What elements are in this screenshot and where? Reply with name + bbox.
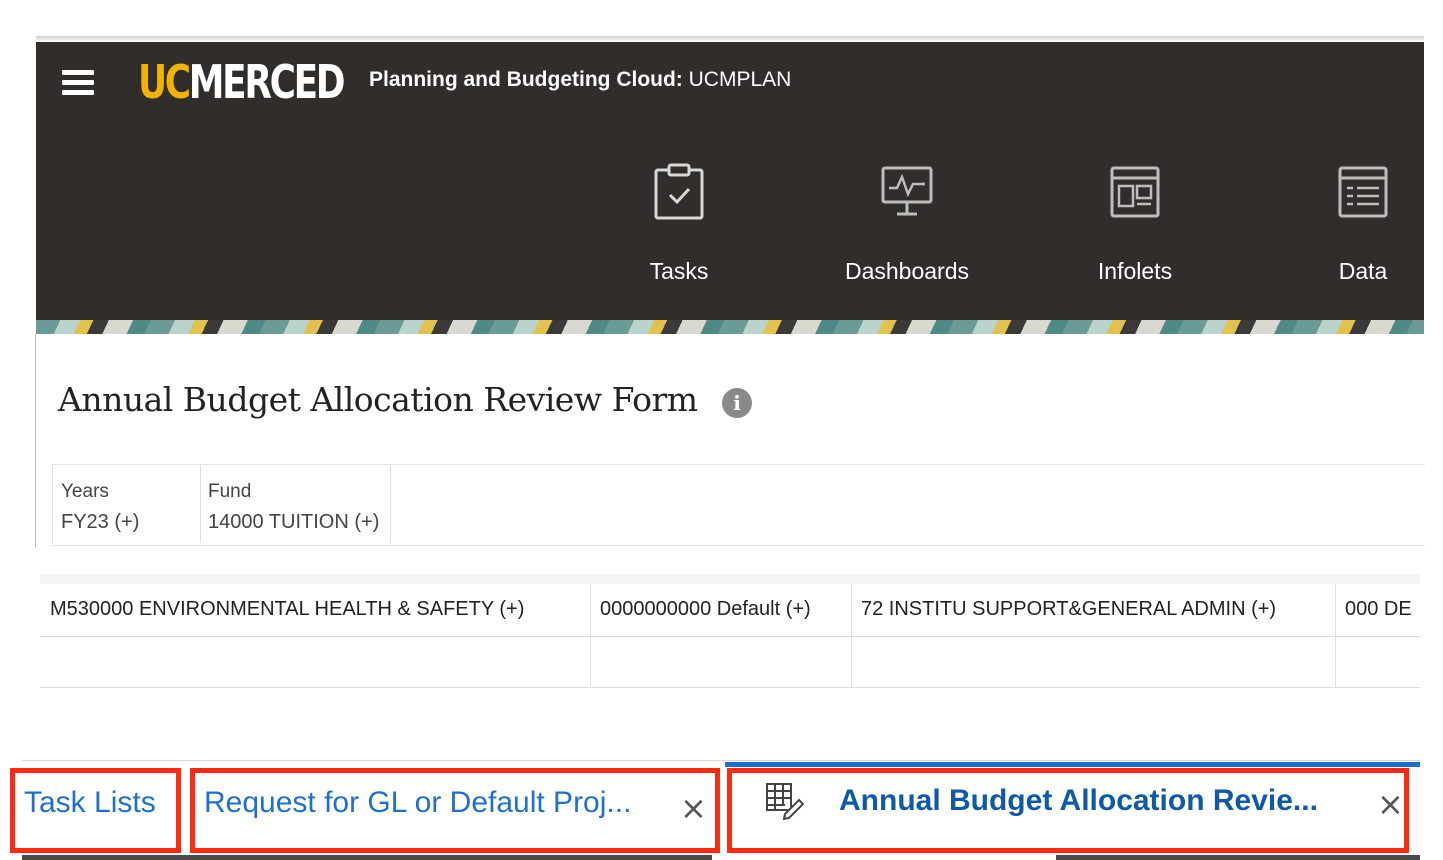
grid-header-text: 0000000000 Default (+) — [600, 598, 811, 620]
nav-tasks-label: Tasks — [649, 258, 709, 284]
grid-header-text: 000 DE — [1345, 598, 1412, 620]
pov-fund[interactable]: Fund 14000 TUITION (+) — [200, 465, 391, 543]
grid-header-row: M530000 ENVIRONMENTAL HEALTH & SAFETY (+… — [40, 584, 1420, 637]
app-title-instance: UCMPLAN — [682, 68, 792, 91]
app-title: Planning and Budgeting Cloud: UCMPLAN — [369, 68, 791, 92]
grid-header-text: M530000 ENVIRONMENTAL HEALTH & SAFETY (+… — [50, 598, 525, 620]
highlight-box-task-lists — [10, 768, 181, 853]
nav-infolets-label: Infolets — [1097, 258, 1173, 284]
grid-cell[interactable] — [851, 637, 1336, 687]
logo-merced: MERCED — [188, 55, 346, 109]
pov-bar: Years FY23 (+) Fund 14000 TUITION (+) — [52, 464, 1425, 546]
logo-uc: UC — [138, 55, 191, 109]
active-tab-accent — [725, 762, 1420, 767]
page-title: Annual Budget Allocation Review Form — [58, 380, 698, 419]
nav-dashboards[interactable]: Dashboards — [832, 162, 982, 292]
pov-fund-value: 14000 TUITION (+) — [208, 511, 380, 533]
nav-infolets[interactable]: Infolets — [1060, 162, 1210, 292]
content-border — [35, 334, 36, 548]
grid-cell[interactable] — [1335, 637, 1420, 687]
highlight-box-request-tab — [190, 768, 720, 853]
pov-fund-label: Fund — [208, 481, 252, 502]
grid-header-cell-function[interactable]: 72 INSTITU SUPPORT&GENERAL ADMIN (+) — [851, 584, 1336, 636]
nav-data-label: Data — [1338, 258, 1388, 284]
grid-cell[interactable] — [40, 637, 591, 687]
infolets-icon — [1110, 166, 1160, 218]
monitor-chart-icon — [881, 166, 933, 216]
nav-dashboards-label: Dashboards — [844, 258, 970, 284]
pov-years-value: FY23 (+) — [61, 511, 140, 533]
info-icon[interactable]: i — [722, 388, 752, 418]
nav-tasks[interactable]: Tasks — [604, 162, 754, 292]
grid-data-row — [40, 637, 1420, 688]
ucmerced-logo[interactable]: UCMERCED — [138, 54, 346, 110]
pov-years[interactable]: Years FY23 (+) — [53, 465, 201, 543]
app-title-bold: Planning and Budgeting Cloud: — [369, 68, 683, 91]
grid-header-cell-account[interactable]: M530000 ENVIRONMENTAL HEALTH & SAFETY (+… — [40, 584, 591, 636]
app-header: UCMERCED Planning and Budgeting Cloud: U… — [36, 42, 1424, 320]
grid-header-cell-project[interactable]: 0000000000 Default (+) — [590, 584, 852, 636]
grid-header-cell-truncated[interactable]: 000 DE — [1335, 584, 1420, 636]
bottom-border-gap — [712, 855, 1056, 860]
decorative-banner — [36, 320, 1424, 334]
clipboard-check-icon — [654, 163, 704, 220]
grid-cell[interactable] — [590, 637, 852, 687]
grid-header-text: 72 INSTITU SUPPORT&GENERAL ADMIN (+) — [861, 598, 1277, 620]
grid-top-band — [40, 574, 1420, 584]
highlight-box-annual-tab — [727, 768, 1409, 853]
data-form-icon — [1338, 166, 1388, 218]
nav-data[interactable]: Data — [1288, 162, 1438, 292]
pov-years-label: Years — [61, 481, 109, 502]
hamburger-menu-icon[interactable] — [62, 68, 96, 98]
tab-bar-divider — [22, 760, 1420, 761]
